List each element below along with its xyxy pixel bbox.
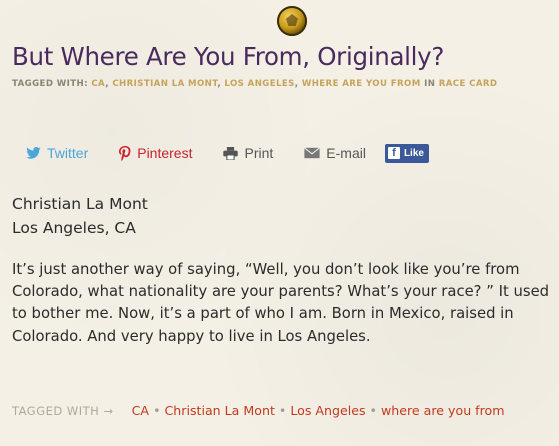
tagged-with-label: TAGGED WITH: (12, 79, 88, 89)
footer-tagged-with-label: TAGGED WITH → (12, 404, 114, 418)
meta-tag-where-are-you-from[interactable]: WHERE ARE YOU FROM (302, 79, 421, 89)
envelope-icon (304, 147, 321, 159)
meta-tag-los-angeles[interactable]: LOS ANGELES (224, 79, 294, 89)
print-label: Print (244, 145, 274, 161)
site-logo-icon[interactable] (277, 6, 307, 36)
twitter-bird-icon (26, 147, 41, 159)
share-twitter-button[interactable]: Twitter (26, 145, 88, 161)
pinterest-icon (119, 145, 131, 161)
tag-separator: • (369, 403, 377, 418)
post-meta-tags: TAGGED WITH: CA, CHRISTIAN LA MONT, LOS … (12, 79, 498, 89)
share-bar: Twitter Pinterest Print E-mail f Like (26, 143, 429, 163)
footer-tags: TAGGED WITH → CA • Christian La Mont • Los A… (12, 399, 552, 423)
author-block: Christian La Mont Los Angeles, CA (12, 192, 148, 240)
post-body: It’s just another way of saying, “Well, … (12, 261, 550, 345)
email-label: E-mail (326, 145, 366, 161)
footer-tag-los-angeles[interactable]: Los Angeles (290, 403, 365, 418)
printer-icon (223, 146, 239, 160)
meta-category-race-card[interactable]: RACE CARD (439, 79, 498, 89)
facebook-like-button[interactable]: f Like (384, 143, 429, 163)
in-label: IN (424, 79, 436, 89)
author-location: Los Angeles, CA (12, 219, 136, 237)
meta-tag-ca[interactable]: CA (91, 79, 105, 89)
facebook-f-icon: f (387, 147, 400, 159)
share-print-button[interactable]: Print (223, 145, 273, 161)
pinterest-label: Pinterest (137, 145, 193, 161)
share-email-button[interactable]: E-mail (304, 145, 366, 161)
twitter-label: Twitter (47, 145, 89, 161)
author-name: Christian La Mont (12, 195, 148, 213)
post-title[interactable]: But Where Are You From, Originally? (12, 42, 444, 71)
footer-tag-ca[interactable]: CA (132, 403, 149, 418)
footer-tag-christian-la-mont[interactable]: Christian La Mont (165, 403, 275, 418)
tag-separator: • (278, 403, 287, 418)
tag-separator: • (153, 403, 161, 418)
footer-tag-where-are-you-from[interactable]: where are you from (381, 403, 505, 418)
share-pinterest-button[interactable]: Pinterest (119, 145, 192, 161)
facebook-like-label: Like (403, 147, 424, 159)
meta-tag-christian-la-mont[interactable]: CHRISTIAN LA MONT (112, 79, 217, 89)
